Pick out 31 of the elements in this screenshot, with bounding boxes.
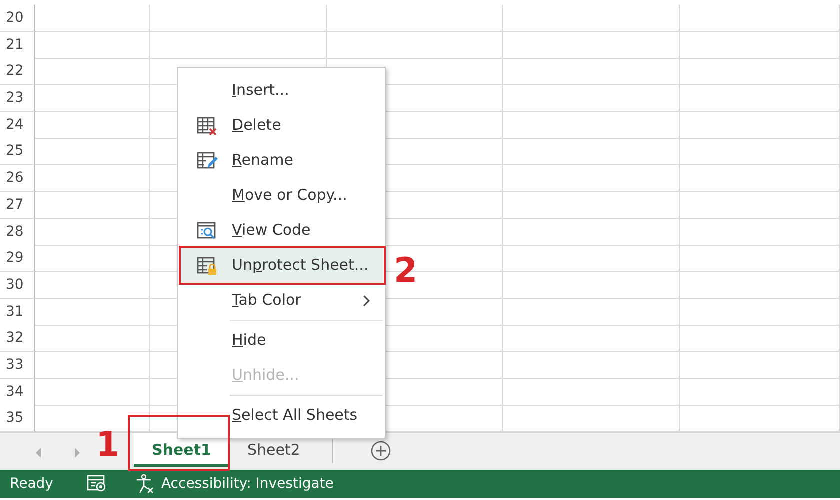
row-number: 32 [6,330,24,346]
row-number: 24 [6,116,24,133]
row-number: 28 [6,224,24,240]
menu-item[interactable]: Select All Sheets [180,398,383,433]
row-number: 30 [6,276,24,293]
sheet-tab[interactable]: Sheet1 [134,433,230,467]
row-number: 22 [6,63,24,80]
callout-number: 2 [394,254,418,288]
row-number: 20 [6,10,24,26]
menu-item[interactable]: Insert... [180,73,383,108]
menu-item[interactable]: Rename [180,143,383,178]
row-number: 29 [6,250,24,266]
accessibility-status[interactable]: Accessibility: Investigate [161,474,334,494]
sheet-tab[interactable]: Sheet2 [229,433,318,467]
row-number: 25 [6,143,24,160]
row-number: 27 [6,196,24,213]
row-number: 26 [6,170,24,186]
row-number: 31 [6,304,24,320]
menu-item[interactable]: Unprotect Sheet... [180,248,383,283]
row-number: 34 [6,384,24,400]
row-number: 21 [6,36,24,53]
menu-item[interactable]: Tab Color [180,283,383,318]
menu-item[interactable]: Delete [180,108,383,143]
callout-number: 1 [96,428,120,462]
row-number: 23 [6,90,24,106]
row-number: 35 [6,410,24,426]
status-text: Ready [10,474,54,494]
menu-item[interactable]: Move or Copy... [180,178,383,213]
menu-item[interactable]: View Code [180,213,383,248]
menu-item[interactable]: Hide [180,323,383,358]
row-number: 33 [6,356,24,373]
